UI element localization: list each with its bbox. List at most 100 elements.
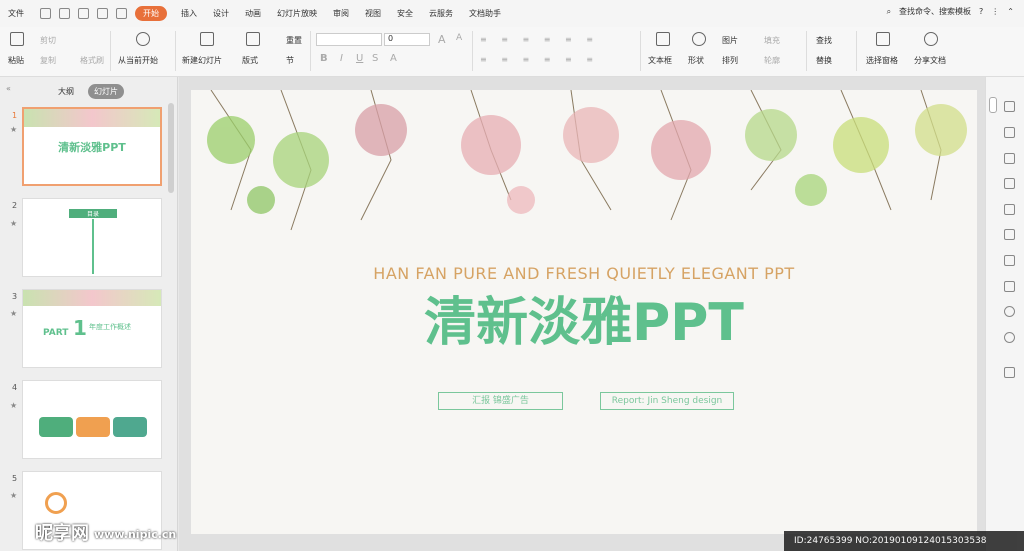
- fill-button[interactable]: 填充: [764, 35, 780, 46]
- tab-outline[interactable]: 大纲: [52, 84, 80, 99]
- reset-button[interactable]: 重置: [286, 35, 302, 46]
- home-icon[interactable]: [1004, 101, 1015, 112]
- thumb-flowers: [23, 290, 161, 306]
- tab-review[interactable]: 审阅: [333, 8, 349, 19]
- save-icon[interactable]: [40, 8, 51, 19]
- share-icon[interactable]: [1004, 281, 1015, 292]
- help-icon[interactable]: ?: [979, 7, 983, 16]
- panel-scrollbar[interactable]: [168, 103, 174, 193]
- replace-button[interactable]: 替换: [816, 55, 832, 66]
- watermark-id: ID:24765399 NO:20190109124015303538: [784, 531, 1024, 551]
- font-name-field[interactable]: [316, 33, 382, 46]
- bold-icon[interactable]: B: [320, 53, 328, 64]
- from-current-button[interactable]: 从当前开始: [118, 55, 158, 66]
- thumb-part: PART: [43, 328, 69, 338]
- tab-animation[interactable]: 动画: [245, 8, 261, 19]
- paragraph-icons[interactable]: ≡ ≡ ≡ ≡ ≡ ≡: [480, 35, 599, 44]
- share-icon[interactable]: [924, 32, 938, 46]
- divider: [110, 31, 111, 71]
- shape-icon[interactable]: [692, 32, 706, 46]
- underline-icon[interactable]: U: [356, 53, 363, 64]
- report-box[interactable]: Report: Jin Sheng design: [600, 392, 734, 410]
- tab-slides[interactable]: 幻灯片: [88, 84, 124, 99]
- shrink-font-icon[interactable]: A: [456, 33, 462, 43]
- textbox-icon[interactable]: [656, 32, 670, 46]
- tab-assistant[interactable]: 文档助手: [469, 8, 501, 19]
- preview-icon[interactable]: [78, 8, 89, 19]
- presenter-box[interactable]: 汇报 锦盛广告: [438, 392, 563, 410]
- slide-number: 5: [12, 474, 18, 483]
- arrange-button[interactable]: 排列: [722, 55, 738, 66]
- slide-thumbnail-3[interactable]: PART 1 年度工作概述: [22, 289, 162, 368]
- slide-thumbnail-1[interactable]: 清新淡雅PPT: [22, 107, 162, 186]
- font-size-field[interactable]: 0: [384, 33, 430, 46]
- undo-icon[interactable]: [97, 8, 108, 19]
- shape-icon[interactable]: [1004, 153, 1015, 164]
- tab-insert[interactable]: 插入: [181, 8, 197, 19]
- new-slide-icon[interactable]: [200, 32, 214, 46]
- outline-button[interactable]: 轮廓: [764, 55, 780, 66]
- help-icon[interactable]: [1004, 332, 1015, 343]
- textbox-button[interactable]: 文本框: [648, 55, 672, 66]
- layout-button[interactable]: 版式: [242, 55, 258, 66]
- thumb-flowers: [24, 109, 160, 127]
- menu-bar: 文件 开始 插入 设计 动画 幻灯片放映 审阅 视图 安全 云服务 文档助手 ⌕…: [0, 0, 1024, 27]
- align-icons[interactable]: ≡ ≡ ≡ ≡ ≡ ≡: [480, 55, 599, 64]
- layout-icon[interactable]: [246, 32, 260, 46]
- tab-view[interactable]: 视图: [365, 8, 381, 19]
- command-search[interactable]: 查找命令、搜索模板: [899, 6, 971, 17]
- star-icon: ★: [10, 219, 18, 228]
- grid-icon[interactable]: [1004, 367, 1015, 378]
- thumb-card: [39, 417, 73, 437]
- grow-font-icon[interactable]: A: [438, 33, 446, 46]
- strike-icon[interactable]: S: [372, 53, 378, 64]
- picture-button[interactable]: 图片: [722, 35, 738, 46]
- collapse-panel-icon[interactable]: «: [6, 84, 11, 93]
- watermark-logo: 昵享网: [35, 523, 89, 544]
- search-icon[interactable]: ⌕: [887, 7, 891, 17]
- star-icon[interactable]: [1004, 229, 1015, 240]
- tab-home[interactable]: 开始: [135, 6, 167, 21]
- share-button[interactable]: 分享文档: [914, 55, 946, 66]
- slide-number: 2: [12, 201, 18, 210]
- section-button[interactable]: 节: [286, 55, 294, 66]
- new-slide-button[interactable]: 新建幻灯片: [182, 55, 222, 66]
- slide[interactable]: HAN FAN PURE AND FRESH QUIETLY ELEGANT P…: [191, 90, 977, 534]
- format-painter-button[interactable]: 格式刷: [80, 55, 104, 66]
- shape-button[interactable]: 形状: [688, 55, 704, 66]
- history-icon[interactable]: [1004, 306, 1015, 317]
- divider: [806, 31, 807, 71]
- collapse-icon[interactable]: ⌃: [1007, 7, 1014, 16]
- cut-button[interactable]: 剪切: [40, 35, 56, 46]
- redo-icon[interactable]: [116, 8, 127, 19]
- slide-thumbnail-2[interactable]: 目录: [22, 198, 162, 277]
- more-icon[interactable]: ⋮: [991, 7, 999, 16]
- tab-design[interactable]: 设计: [213, 8, 229, 19]
- thumb-part-title: 年度工作概述: [89, 323, 131, 331]
- slide-panel: « 大纲 幻灯片 1 ★ 清新淡雅PPT 2 ★ 目录 3 ★ PART 1 年…: [0, 77, 178, 551]
- menu-file[interactable]: 文件: [8, 8, 24, 19]
- font-color-icon[interactable]: A: [390, 53, 397, 64]
- paste-button[interactable]: 粘贴: [8, 55, 24, 66]
- copy-icon[interactable]: [1004, 127, 1015, 138]
- print-icon[interactable]: [59, 8, 70, 19]
- slide-thumbnail-4[interactable]: [22, 380, 162, 459]
- document-icon[interactable]: [1004, 204, 1015, 215]
- select-pane-icon[interactable]: [876, 32, 890, 46]
- italic-icon[interactable]: I: [340, 53, 343, 64]
- copy-button[interactable]: 复制: [40, 55, 56, 66]
- find-button[interactable]: 查找: [816, 35, 832, 46]
- select-pane-button[interactable]: 选择窗格: [866, 55, 898, 66]
- tab-cloud[interactable]: 云服务: [429, 8, 453, 19]
- play-icon[interactable]: [136, 32, 150, 46]
- ribbon: 粘贴 剪切 复制 格式刷 从当前开始 新建幻灯片 版式 重置 节 0 A A B…: [0, 27, 1024, 77]
- slide-title[interactable]: 清新淡雅PPT: [191, 280, 977, 355]
- vertical-scrollbar[interactable]: [989, 97, 997, 113]
- settings-icon[interactable]: [1004, 178, 1015, 189]
- paste-icon[interactable]: [10, 32, 24, 46]
- tab-slideshow[interactable]: 幻灯片放映: [277, 8, 317, 19]
- tab-security[interactable]: 安全: [397, 8, 413, 19]
- thumb-circle: [45, 492, 67, 514]
- template-icon[interactable]: [1004, 255, 1015, 266]
- right-toolbar: [985, 77, 1024, 551]
